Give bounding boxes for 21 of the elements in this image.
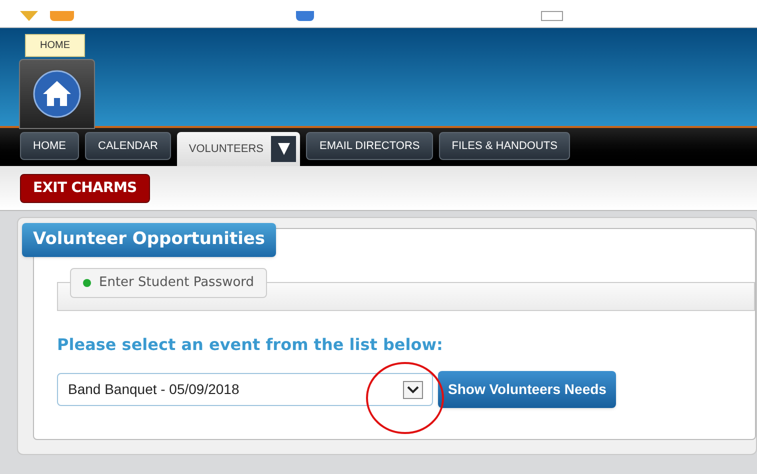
panel-title: Volunteer Opportunities [22,223,276,256]
home-tile[interactable] [19,59,95,129]
event-select[interactable]: Band Banquet - 05/09/2018 [57,373,433,406]
nav-tab[interactable]: EMAIL DIRECTORS [306,132,433,160]
password-tab[interactable]: Enter Student Password [70,268,268,298]
chevron-down-icon [403,380,423,398]
exit-button[interactable]: EXIT CHARMS [20,174,150,202]
select-prompt: Please select an event from the list below: [57,334,444,356]
dropdown-toggle[interactable] [271,136,296,162]
nav-tab[interactable]: CALENDAR [85,132,171,160]
nav-tab[interactable]: HOME [20,132,79,160]
nav-tab[interactable]: FILES & HANDOUTS [438,132,570,160]
house-icon [33,70,81,118]
home-tooltip: HOME [25,34,85,57]
show-needs-button[interactable]: Show Volunteers Needs [438,371,616,408]
bookmark-icon[interactable] [296,11,314,21]
bookmark-icon[interactable] [541,11,563,21]
nav-tab[interactable]: VOLUNTEERS [176,132,300,166]
password-tab-label: Enter Student Password [99,274,254,292]
bookmark-icon[interactable] [50,11,74,21]
triangle-down-icon [276,142,291,156]
